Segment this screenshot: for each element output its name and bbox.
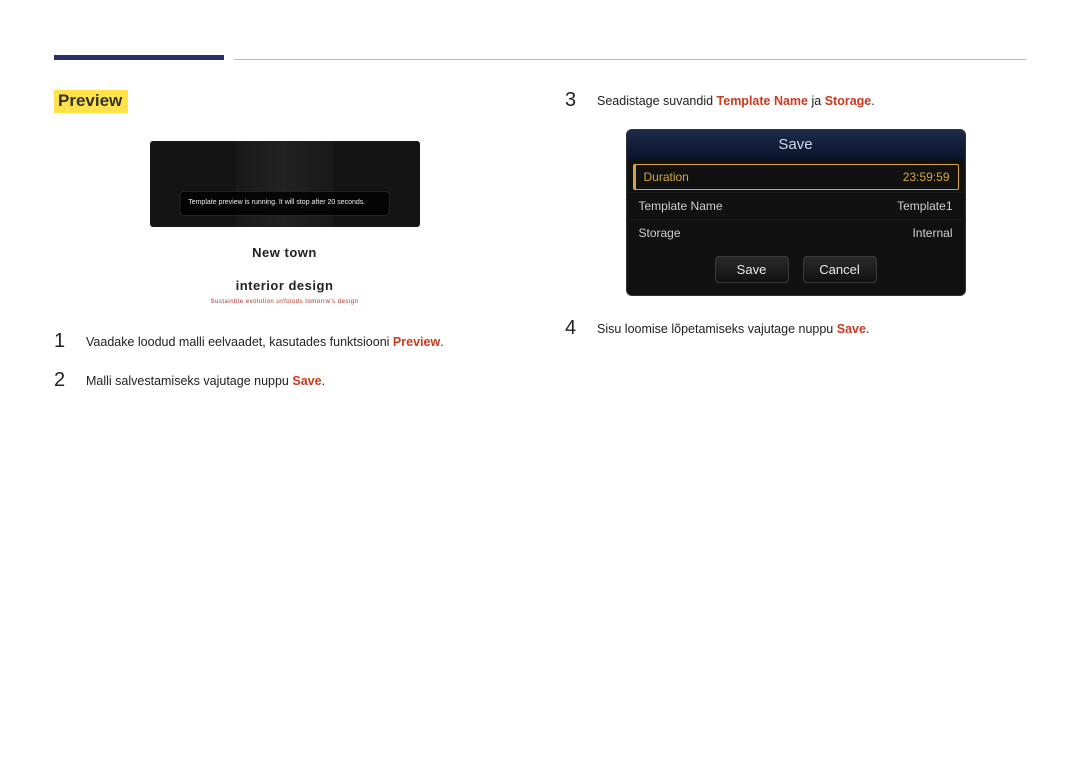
section-title: Preview bbox=[54, 90, 128, 113]
step-text: Malli salvestamiseks vajutage nuppu Save… bbox=[86, 370, 325, 391]
step-1: 1 Vaadake loodud malli eelvaadet, kasuta… bbox=[54, 331, 515, 352]
step-text: Vaadake loodud malli eelvaadet, kasutade… bbox=[86, 331, 444, 352]
step-3: 3 Seadistage suvandid Template Name ja S… bbox=[565, 90, 1026, 111]
keyword-preview: Preview bbox=[393, 335, 440, 349]
row-label: Template Name bbox=[639, 199, 723, 213]
left-steps: 1 Vaadake loodud malli eelvaadet, kasuta… bbox=[54, 331, 515, 391]
step-text: Sisu loomise lõpetamiseks vajutage nuppu… bbox=[597, 318, 869, 339]
step-text-post: . bbox=[871, 94, 874, 108]
row-label: Storage bbox=[639, 226, 681, 240]
header-rule-divider bbox=[234, 59, 1026, 60]
save-dialog: Save Duration 23:59:59 Template Name Tem… bbox=[626, 129, 966, 296]
keyword-save: Save bbox=[837, 322, 866, 336]
right-column: 3 Seadistage suvandid Template Name ja S… bbox=[565, 90, 1026, 409]
step-text-pre: Vaadake loodud malli eelvaadet, kasutade… bbox=[86, 335, 393, 349]
left-column: Preview Template preview is running. It … bbox=[54, 90, 515, 409]
step-text-post: . bbox=[866, 322, 869, 336]
preview-title-line2: interior design bbox=[150, 278, 420, 293]
row-duration[interactable]: Duration 23:59:59 bbox=[633, 164, 959, 190]
step-text-pre: Seadistage suvandid bbox=[597, 94, 717, 108]
keyword-template-name: Template Name bbox=[717, 94, 808, 108]
keyword-storage: Storage bbox=[825, 94, 872, 108]
save-dialog-rows: Duration 23:59:59 Template Name Template… bbox=[627, 164, 965, 246]
content-columns: Preview Template preview is running. It … bbox=[54, 90, 1026, 409]
preview-screen: Template preview is running. It will sto… bbox=[150, 141, 420, 227]
row-label: Duration bbox=[644, 170, 689, 184]
step-text-mid: ja bbox=[808, 94, 825, 108]
preview-title-line1: New town bbox=[150, 245, 420, 260]
header-rule bbox=[54, 55, 1026, 60]
step-2: 2 Malli salvestamiseks vajutage nuppu Sa… bbox=[54, 370, 515, 391]
step-number: 4 bbox=[565, 318, 579, 338]
step-text: Seadistage suvandid Template Name ja Sto… bbox=[597, 90, 875, 111]
preview-tagline: Sustainble evolution unfolods tomorrw's … bbox=[150, 299, 420, 305]
cancel-button[interactable]: Cancel bbox=[803, 256, 877, 283]
keyword-save: Save bbox=[292, 374, 321, 388]
row-storage[interactable]: Storage Internal bbox=[627, 219, 965, 246]
step-text-pre: Malli salvestamiseks vajutage nuppu bbox=[86, 374, 292, 388]
header-rule-accent bbox=[54, 55, 224, 60]
step-number: 2 bbox=[54, 370, 68, 390]
preview-running-toast: Template preview is running. It will sto… bbox=[179, 191, 390, 216]
step-4: 4 Sisu loomise lõpetamiseks vajutage nup… bbox=[565, 318, 1026, 339]
save-dialog-buttons: Save Cancel bbox=[627, 246, 965, 295]
row-value: 23:59:59 bbox=[903, 170, 950, 184]
row-template-name[interactable]: Template Name Template1 bbox=[627, 192, 965, 219]
row-value: Internal bbox=[912, 226, 952, 240]
save-dialog-title: Save bbox=[627, 130, 965, 160]
step-text-post: . bbox=[440, 335, 443, 349]
step-text-pre: Sisu loomise lõpetamiseks vajutage nuppu bbox=[597, 322, 837, 336]
step-number: 1 bbox=[54, 331, 68, 351]
step-number: 3 bbox=[565, 90, 579, 110]
save-button[interactable]: Save bbox=[715, 256, 789, 283]
preview-illustration: Template preview is running. It will sto… bbox=[150, 141, 420, 305]
row-value: Template1 bbox=[897, 199, 952, 213]
step-text-post: . bbox=[322, 374, 325, 388]
